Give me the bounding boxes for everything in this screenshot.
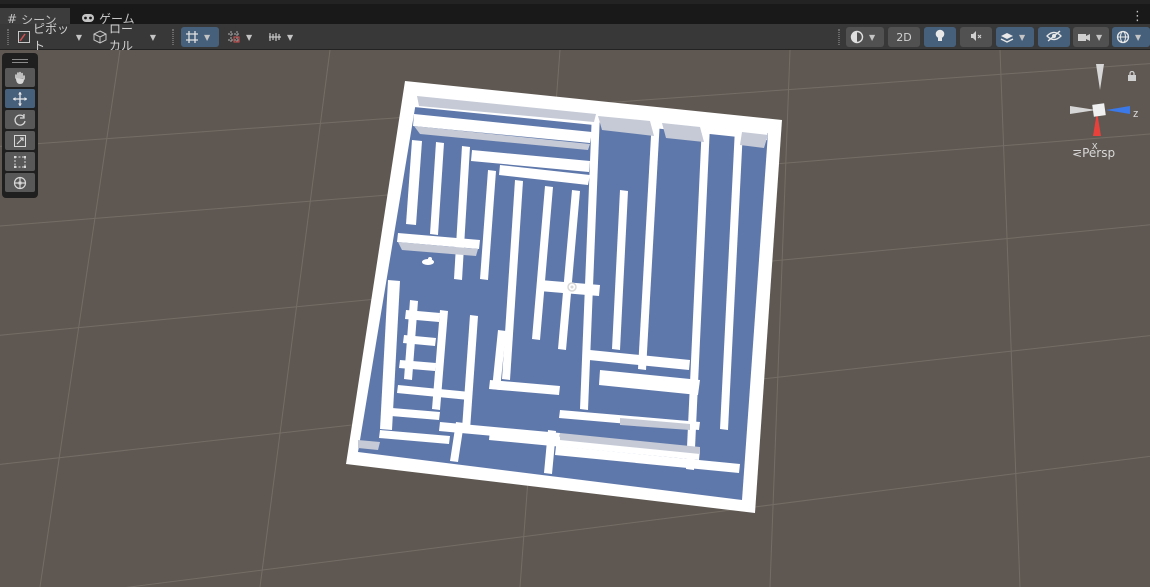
scale-icon — [14, 134, 26, 147]
grid-snap-toggle[interactable]: ▼ — [181, 27, 219, 47]
scene-render — [0, 50, 1150, 587]
pivot-icon — [17, 29, 31, 45]
gizmo-z-label: z — [1133, 108, 1139, 120]
chevron-down-icon: ▼ — [1096, 32, 1103, 42]
local-dropdown[interactable]: ローカル ▼ — [90, 22, 160, 53]
move-tool-button[interactable] — [5, 89, 35, 108]
shading-mode-dropdown[interactable]: ▼ — [846, 27, 884, 47]
camera-icon — [1076, 29, 1092, 45]
rotate-tool-button[interactable] — [5, 110, 35, 129]
hidden-objects-toggle[interactable] — [1038, 27, 1070, 47]
pivot-dropdown[interactable]: ピボット ▼ — [14, 22, 86, 53]
increment-snap-toggle[interactable]: ▼ — [223, 27, 261, 47]
chevron-down-icon: ▼ — [1019, 32, 1026, 42]
perspective-icon: ⋜ — [1072, 146, 1083, 160]
gamepad-icon — [82, 14, 94, 22]
projection-label: Persp — [1082, 146, 1116, 160]
transform-tool-palette — [2, 53, 38, 198]
chevron-down-icon: ▼ — [75, 32, 82, 42]
transform-combined-icon — [13, 176, 27, 189]
rect-tool-button[interactable] — [5, 152, 35, 171]
toolbar-grip — [838, 29, 840, 45]
hand-tool-button[interactable] — [5, 68, 35, 87]
transform-tool-button[interactable] — [5, 173, 35, 192]
shaded-sphere-icon — [849, 29, 865, 45]
ruler-snap-dropdown[interactable]: ▼ — [264, 27, 300, 47]
cube-icon — [93, 29, 107, 45]
2d-mode-toggle[interactable]: 2D — [888, 27, 920, 47]
chevron-down-icon: ▼ — [246, 32, 253, 42]
camera-dropdown[interactable]: ▼ — [1073, 27, 1109, 47]
increment-snap-icon — [226, 29, 242, 45]
window-tab-bar: # シーン ゲーム ⋮ — [0, 0, 1150, 28]
chevron-down-icon: ▼ — [287, 32, 294, 42]
local-label: ローカル — [109, 22, 134, 53]
effects-dropdown[interactable]: ▼ — [996, 27, 1034, 47]
layers-effects-icon — [999, 29, 1015, 45]
chevron-down-icon: ▼ — [149, 32, 156, 42]
eye-slash-icon — [1046, 29, 1062, 45]
rotate-icon — [14, 113, 26, 126]
light-bulb-icon — [934, 29, 946, 46]
tab-more-menu-icon[interactable]: ⋮ — [1131, 10, 1144, 24]
toolbar-grip — [172, 29, 174, 45]
toolbar-grip — [7, 29, 9, 45]
globe-gizmo-icon — [1115, 29, 1131, 45]
scene-toolbar: ピボット ▼ ローカル ▼ ▼ ▼ ▼ ▼ 2D ▼ ▼ ▼ — [0, 22, 1150, 53]
projection-toggle[interactable]: ⋜Persp — [1072, 146, 1115, 160]
move-arrows-icon — [13, 91, 27, 106]
pivot-label: ピボット — [33, 22, 70, 53]
chevron-down-icon: ▼ — [204, 32, 211, 42]
lighting-toggle[interactable] — [924, 27, 956, 47]
lock-icon[interactable] — [1127, 66, 1137, 81]
maze-object — [346, 81, 782, 513]
chevron-down-icon: ▼ — [869, 32, 876, 42]
gizmos-dropdown[interactable]: ▼ — [1112, 27, 1150, 47]
hand-icon — [15, 71, 25, 84]
chevron-down-icon: ▼ — [1135, 32, 1142, 42]
ruler-icon — [267, 29, 283, 45]
grid-snap-icon — [184, 29, 200, 45]
2d-label: 2D — [896, 30, 912, 44]
speaker-muted-icon — [969, 29, 983, 46]
scale-tool-button[interactable] — [5, 131, 35, 150]
palette-drag-handle[interactable] — [5, 56, 35, 66]
scene-viewport[interactable]: z x — [0, 50, 1150, 587]
audio-toggle[interactable] — [960, 27, 992, 47]
rect-transform-icon — [14, 155, 26, 168]
